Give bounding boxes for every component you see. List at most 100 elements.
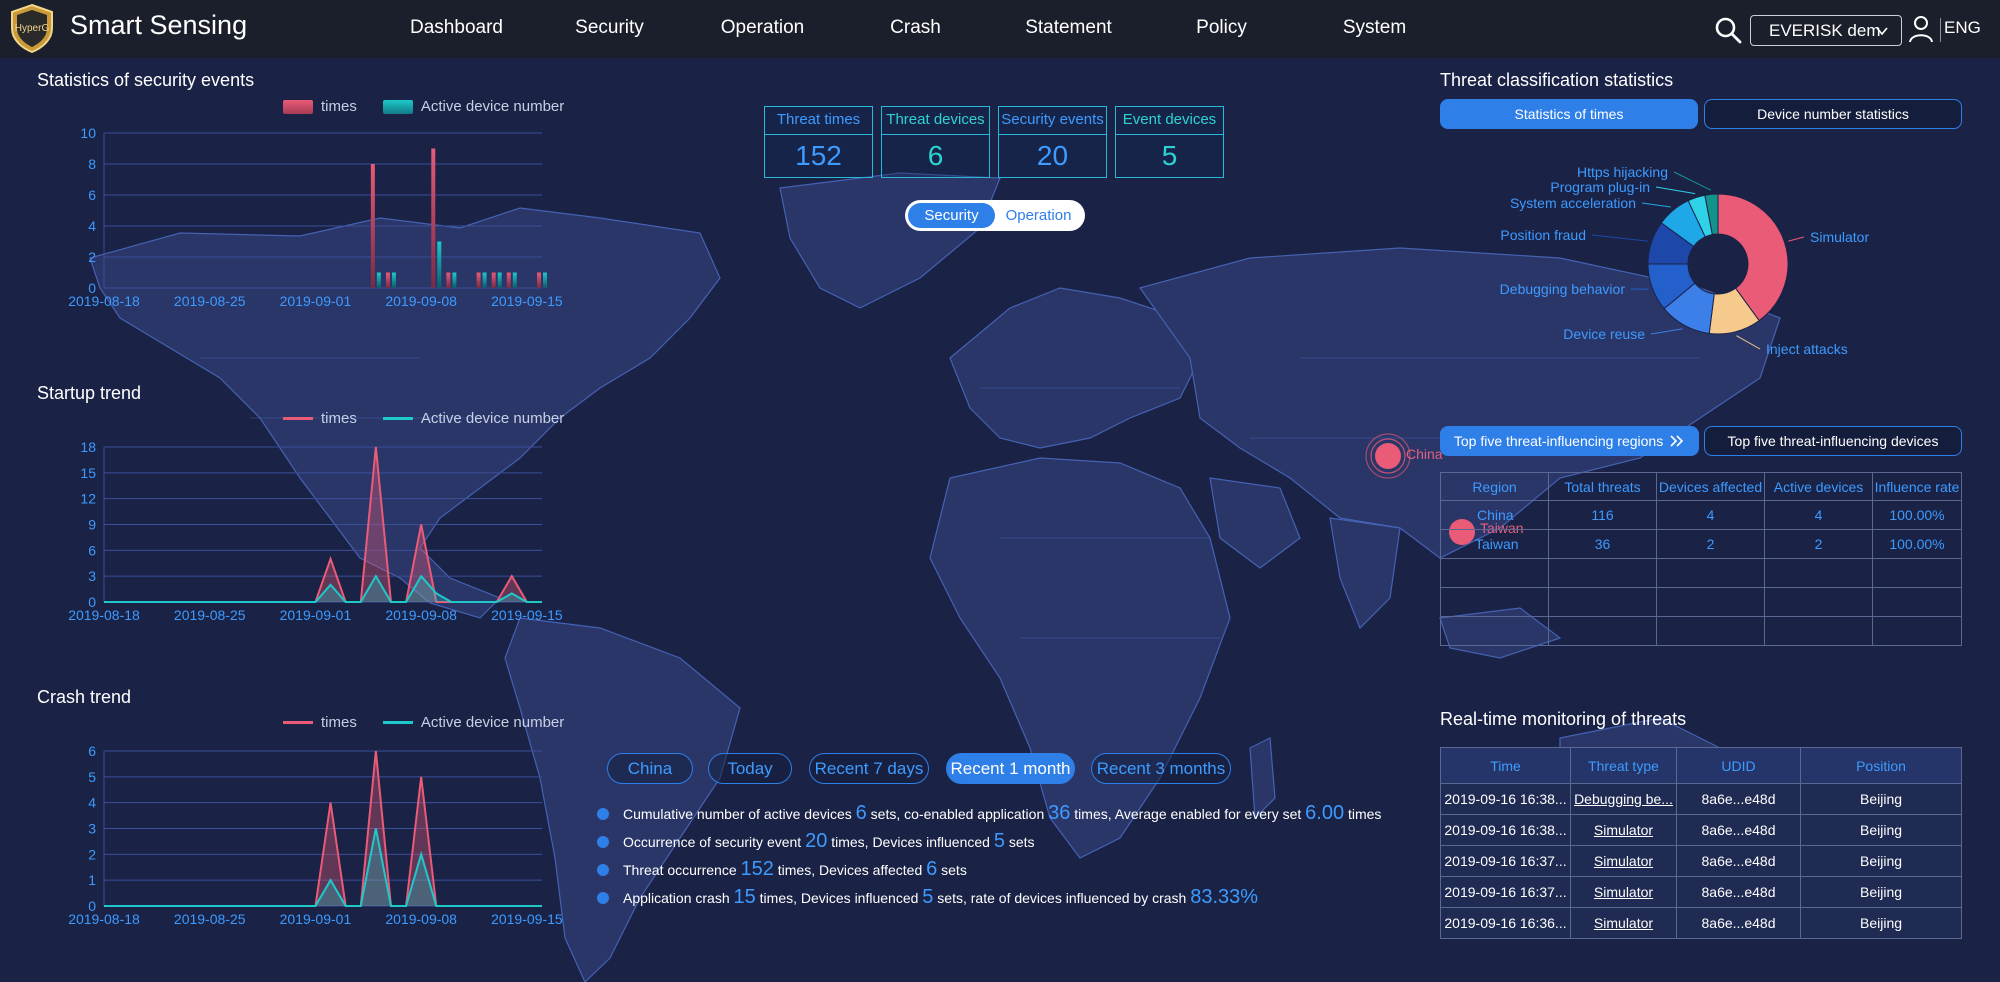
table-cell [1872,616,1962,646]
tab-device-number-statistics[interactable]: Device number statistics [1704,99,1962,129]
kpi-value: 6 [927,140,944,171]
mode-toggle: Security Operation [905,200,1085,231]
kpi-threat-times: Threat times 152 [764,106,873,178]
account-select[interactable]: EVERISK dem [1750,15,1902,46]
threat-type-link[interactable]: Simulator [1570,845,1677,877]
search-icon[interactable] [1714,16,1742,44]
column-header: Total threats [1548,472,1657,501]
table-row[interactable]: 2019-09-16 16:37... Simulator 8a6e...e48… [1440,876,1962,908]
bullet-dot [597,892,609,904]
crash-trend-chart: 01234562019-08-18 2019-08-25 2019-09-01 201… [68,743,563,927]
table-cell [1548,616,1657,646]
threat-type-link[interactable]: Debugging be... [1570,783,1677,815]
nav-statement[interactable]: Statement [992,0,1145,58]
regions-table: Region Total threats Devices affected Ac… [1440,472,1962,646]
y-tick-label: 10 [80,125,96,141]
table-cell: 2 [1656,529,1765,559]
threat-type-link[interactable]: Simulator [1570,907,1677,939]
threat-classification-chart: Simulator Inject attacks Device reuse Debug… [1500,164,1870,357]
table-cell: Beijing [1800,907,1962,939]
summary-active-devices: Cumulative number of active devices 6 se… [597,802,1381,825]
nav-crash[interactable]: Crash [839,0,992,58]
filter-recent-3-months[interactable]: Recent 3 months [1091,753,1231,784]
table-row[interactable]: China 116 4 4 100.00% [1440,500,1962,530]
table-cell: Beijing [1800,876,1962,908]
table-cell: 4 [1656,500,1765,530]
summary-threat-occurrence: Threat occurrence 152 times, Devices aff… [597,858,967,881]
summary-number: 36 [1048,802,1071,824]
nav-operation[interactable]: Operation [686,0,839,58]
language-switch[interactable]: ENG [1944,18,1981,38]
column-header: Active devices [1764,472,1873,501]
kpi-label: Security events [999,107,1106,135]
summary-text: times, Devices influenced [755,890,923,906]
table-row[interactable]: 2019-09-16 16:38... Debugging be... 8a6e… [1440,783,1962,815]
slice-label: Program plug-in [1550,179,1650,195]
startup-trend-chart: 03691215182019-08-18 2019-08-25 2019-09-01… [68,439,563,623]
crash-trend-title: Crash trend [37,687,132,707]
filter-recent-7-days[interactable]: Recent 7 days [809,753,929,784]
bar-times [537,272,541,288]
nav-security[interactable]: Security [533,0,686,58]
nav-dashboard[interactable]: Dashboard [380,0,533,58]
chevron-down-icon [1876,27,1888,36]
table-cell [1872,558,1962,588]
user-icon[interactable] [1908,15,1934,43]
nav-policy[interactable]: Policy [1145,0,1298,58]
table-row[interactable]: 2019-09-16 16:38... Simulator 8a6e...e48… [1440,814,1962,846]
toggle-security[interactable]: Security [908,203,995,228]
y-tick-label: 15 [80,465,96,481]
bar-active [452,272,457,288]
x-tick-label: 2019-09-15 [491,911,563,927]
y-tick-label: 9 [88,517,96,533]
summary-text: sets [1004,834,1035,850]
tab-statistics-of-times[interactable]: Statistics of times [1440,99,1698,129]
slice-label: Inject attacks [1766,341,1848,357]
filter-recent-1-month[interactable]: Recent 1 month [946,753,1075,784]
table-cell: Taiwan [1440,529,1549,559]
legend-label-times: times [321,410,357,427]
table-row[interactable]: 2019-09-16 16:36... Simulator 8a6e...e48… [1440,907,1962,939]
tab-top-regions-label: Top five threat-influencing regions [1453,433,1664,449]
slice-label: Position fraud [1500,227,1586,243]
table-row[interactable]: 2019-09-16 16:37... Simulator 8a6e...e48… [1440,845,1962,877]
y-tick-label: 3 [88,568,96,584]
filter-today[interactable]: Today [708,753,792,784]
leader-line [1591,234,1648,242]
main-nav: Dashboard Security Operation Crash State… [380,0,1451,58]
table-cell: 4 [1764,500,1873,530]
x-tick-label: 2019-09-15 [491,607,563,623]
logo-text: HyperG [15,23,50,34]
tab-top-regions[interactable]: Top five threat-influencing regions [1440,426,1699,456]
table-row[interactable]: Taiwan 36 2 2 100.00% [1440,529,1962,559]
y-tick-label: 4 [88,795,96,811]
summary-text: times, Devices affected [773,862,927,878]
bar-active [482,272,487,288]
table-row [1440,558,1962,588]
summary-number: 20 [805,830,828,852]
legend-swatch-times [283,417,313,420]
filter-china[interactable]: China [607,753,693,784]
kpi-security-events: Security events 20 [998,106,1107,178]
table-header-row: Region Total threats Devices affected Ac… [1440,472,1962,501]
kpi-threat-devices: Threat devices 6 [881,106,990,178]
summary-application-crash: Application crash 15 times, Devices infl… [597,886,1258,909]
table-cell: 8a6e...e48d [1676,876,1801,908]
tab-top-devices[interactable]: Top five threat-influencing devices [1704,426,1962,456]
logo-shield-icon[interactable]: HyperG [6,2,58,54]
x-tick-label: 2019-08-18 [68,911,140,927]
table-cell [1764,616,1873,646]
threat-type-link[interactable]: Simulator [1570,814,1677,846]
toggle-operation[interactable]: Operation [995,203,1082,228]
bar-active [512,272,517,288]
x-tick-label: 2019-09-08 [385,607,457,623]
bar-times [476,272,481,288]
x-tick-label: 2019-09-08 [385,293,457,309]
table-cell: 8a6e...e48d [1676,845,1801,877]
table-cell: 2019-09-16 16:36... [1440,907,1571,939]
kpi-label: Event devices [1116,107,1223,135]
nav-system[interactable]: System [1298,0,1451,58]
table-cell [1764,587,1873,617]
y-tick-label: 8 [88,156,96,172]
threat-type-link[interactable]: Simulator [1570,876,1677,908]
